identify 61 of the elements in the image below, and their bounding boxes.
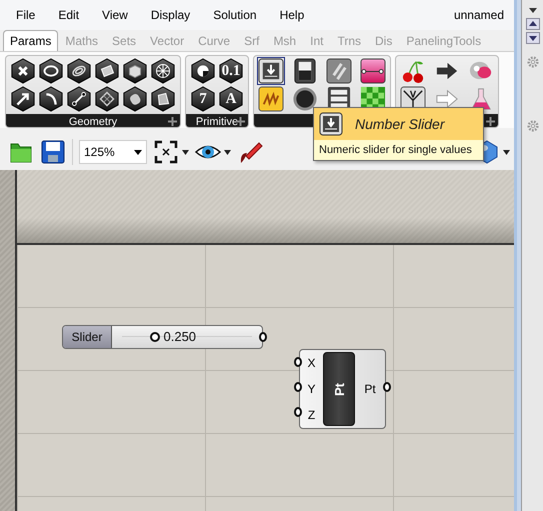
menu-item[interactable]: File [16, 8, 46, 22]
menu-item[interactable]: Edit [58, 8, 90, 22]
hexagon-button[interactable] [94, 58, 120, 84]
output-label: Pt [364, 382, 376, 396]
component-name: Pt [332, 382, 346, 396]
input-label: Y [307, 382, 316, 396]
panel-title: Primitive [196, 116, 238, 127]
hexagon-button[interactable] [10, 58, 36, 84]
number-icon[interactable] [326, 58, 352, 84]
tooltip-title: Number Slider [355, 116, 444, 132]
input-grip[interactable] [294, 357, 302, 367]
hexagon-button[interactable]: 0.1 [218, 58, 244, 84]
gradient-icon[interactable] [360, 58, 386, 84]
hexagon-button[interactable] [150, 58, 176, 84]
menu-item[interactable]: Solution [213, 8, 267, 22]
caret-icon[interactable] [134, 150, 142, 154]
squiggle-icon[interactable] [258, 86, 284, 112]
hexagon-button[interactable] [66, 58, 92, 84]
caret-icon[interactable] [224, 150, 231, 154]
knob-icon[interactable] [292, 86, 318, 112]
caret-icon[interactable] [503, 150, 510, 154]
toggle-icon[interactable] [292, 58, 318, 84]
slider-icon[interactable] [258, 58, 284, 84]
input-grip[interactable] [294, 382, 302, 392]
output-grip[interactable] [259, 332, 267, 342]
hexagon-button[interactable] [94, 86, 120, 112]
hexagon-button[interactable] [38, 58, 64, 84]
hexagon-button[interactable] [122, 58, 148, 84]
scroll-up-icon[interactable] [526, 18, 540, 30]
menu-item[interactable]: Help [280, 8, 314, 22]
hexagon-button[interactable] [150, 86, 176, 112]
hexagon-button[interactable] [122, 86, 148, 112]
hexagon-button[interactable]: 7 [190, 86, 216, 112]
zoom-dropdown[interactable]: 125% [79, 140, 147, 164]
tooltip-description: Numeric slider for single values [318, 143, 473, 158]
input-label: Z [308, 408, 316, 422]
menu-item[interactable]: View [102, 8, 138, 22]
number-slider[interactable]: Slider 0.250 [62, 325, 263, 349]
expand-icon[interactable] [486, 117, 495, 126]
caret-icon[interactable] [182, 150, 189, 154]
expand-icon[interactable] [236, 117, 245, 126]
slider-thumb[interactable] [150, 332, 160, 342]
zoom-extents-icon[interactable] [153, 139, 179, 165]
slider-icon [319, 112, 343, 136]
hexagon-button[interactable] [10, 86, 36, 112]
save-icon[interactable] [40, 139, 66, 165]
hexagon-button[interactable] [190, 58, 216, 84]
input-grip[interactable] [294, 407, 302, 417]
point-component[interactable]: X Y Z Pt Pt [299, 349, 386, 429]
hexagon-button[interactable] [38, 86, 64, 112]
input-label: X [307, 356, 316, 370]
hexagon-button[interactable] [66, 86, 92, 112]
hexagon-button[interactable]: A [218, 86, 244, 112]
panel-title: Geometry [68, 116, 118, 127]
expand-icon[interactable] [168, 117, 177, 126]
menu-item[interactable]: Display [150, 8, 200, 22]
output-grip[interactable] [383, 382, 391, 392]
scroll-down-icon[interactable] [526, 32, 540, 44]
tab[interactable]: Params [3, 30, 58, 51]
slider-value: 0.250 [164, 329, 196, 344]
document-title: unnamed [454, 8, 504, 22]
